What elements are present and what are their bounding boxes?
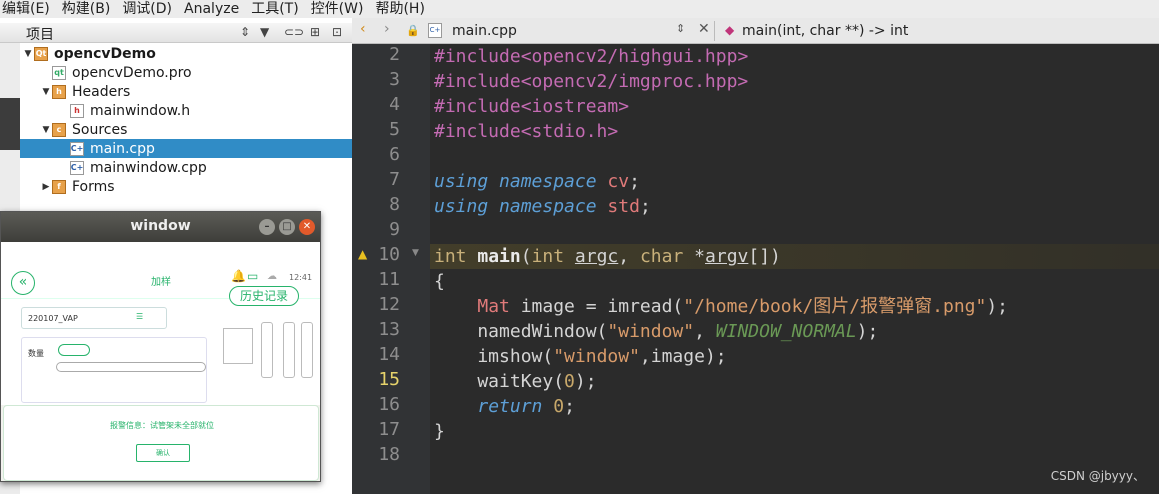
confirm-button: 确认 (136, 444, 190, 462)
line-number: 3 (389, 69, 400, 90)
cpp-file-icon: C+ (428, 23, 442, 38)
project-panel-title: 项目 (26, 27, 54, 43)
file-dropdown-icon[interactable]: ⇕ (676, 22, 685, 35)
alert-dialog: 报警信息：试管架未全部就位 确认 (3, 405, 319, 481)
window-titlebar[interactable]: window – □ ✕ (1, 212, 320, 242)
window-image: « 加样 🔔 ▭ ☁ 12:41 历史记录 220107_VAP ☰ 数量 报警… (1, 242, 320, 481)
tree-item-label: Sources (72, 121, 128, 138)
line-number: 17 (378, 419, 400, 440)
expand-arrow-icon[interactable]: ▼ (40, 125, 52, 135)
watermark: CSDN @jbyyy、 (1050, 469, 1145, 483)
cloud-icon: ☁ (267, 271, 277, 282)
symbol-icon: ◆ (725, 23, 735, 37)
pro-file-icon: qt (52, 65, 66, 80)
sort-icon[interactable]: ⇕ (240, 25, 250, 39)
filter-icon[interactable]: ▼ (260, 25, 269, 39)
quantity-label: 数量 (28, 349, 44, 358)
opencv-window: window – □ ✕ « 加样 🔔 ▭ ☁ 12:41 历史记录 22010… (0, 211, 321, 482)
tree-item-label: main.cpp (90, 140, 155, 157)
alert-dialog-backdrop: 报警信息：试管架未全部就位 确认 (1, 405, 320, 481)
bell-icon: 🔔 (231, 269, 246, 283)
folder-icon: f (52, 179, 66, 194)
menu-analyze[interactable]: Analyze (180, 0, 247, 18)
fold-arrow-icon[interactable]: ▼ (412, 248, 419, 258)
folder-icon: c (52, 122, 66, 137)
tree-item-label: opencvDemo.pro (72, 64, 192, 81)
editor-file-tab[interactable]: main.cpp (452, 23, 517, 39)
symbol-selector[interactable]: main(int, char **) -> int (742, 23, 908, 39)
tree-item-headers[interactable]: ▼ h Headers (40, 82, 352, 101)
close-panel-icon[interactable]: ⊡ (332, 25, 342, 39)
tree-item-label: Forms (72, 178, 115, 195)
line-number: 13 (378, 319, 400, 340)
sample-id: 220107_VAP (28, 314, 78, 323)
lock-icon: 🔒 (406, 24, 420, 37)
tree-item-label: mainwindow.h (90, 102, 191, 119)
cpp-file-icon: C+ (70, 160, 84, 175)
warning-icon[interactable]: ▲ (358, 248, 372, 260)
editor-tab-bar: ‹ › 🔒 C+ main.cpp ⇕ ✕ ◆ main(int, char *… (352, 18, 1159, 44)
line-number: 8 (389, 194, 400, 215)
tree-item-label: opencvDemo (54, 45, 156, 62)
menu-help[interactable]: 帮助(H) (371, 0, 432, 18)
tree-item-project[interactable]: ▼ Qt opencvDemo (22, 44, 352, 63)
line-number: 16 (378, 394, 400, 415)
line-number: 7 (389, 169, 400, 190)
menu-debug[interactable]: 调试(D) (118, 0, 180, 18)
split-icon[interactable]: ⊞ (310, 25, 320, 39)
barcode-icon: ☰ (136, 312, 144, 321)
menu-edit[interactable]: 编辑(E) (0, 0, 58, 18)
line-number-gutter: 2 3 4 5 6 7 8 9 10 11 12 13 14 15 16 17 18 (352, 44, 430, 494)
sample-box: 220107_VAP ☰ (21, 307, 167, 329)
folder-icon: h (52, 84, 66, 99)
line-number: 6 (389, 144, 400, 165)
back-arrow-icon[interactable]: ‹ (360, 21, 366, 37)
menu-bar: 编辑(E) 构建(B) 调试(D) Analyze 工具(T) 控件(W) 帮助… (0, 0, 1159, 18)
menu-widgets[interactable]: 控件(W) (307, 0, 372, 18)
tree-item-mainwindow-h[interactable]: h mainwindow.h (58, 101, 352, 120)
minimize-icon[interactable]: – (259, 219, 275, 235)
forward-arrow-icon[interactable]: › (384, 21, 390, 37)
line-number: 5 (389, 119, 400, 140)
alert-text: 报警信息：试管架未全部就位 (110, 421, 214, 430)
code-editor: ‹ › 🔒 C+ main.cpp ⇕ ✕ ◆ main(int, char *… (352, 18, 1159, 494)
line-number: 15 (378, 369, 400, 390)
screen-title: 加样 (151, 277, 171, 288)
close-file-icon[interactable]: ✕ (698, 21, 710, 37)
expand-arrow-icon[interactable]: ▼ (40, 87, 52, 97)
line-number: 9 (389, 219, 400, 240)
collapse-arrow-icon[interactable]: ▶ (40, 182, 52, 192)
tree-item-label: mainwindow.cpp (90, 159, 207, 176)
menu-build[interactable]: 构建(B) (58, 0, 119, 18)
tree-item-mainwindow-cpp[interactable]: C+ mainwindow.cpp (58, 158, 352, 177)
link-icon[interactable]: ⊂⊃ (284, 25, 304, 39)
maximize-icon[interactable]: □ (279, 219, 295, 235)
header-file-icon: h (70, 103, 84, 118)
project-icon: Qt (34, 46, 48, 61)
back-icon: « (11, 271, 35, 295)
tree-item-label: Headers (72, 83, 131, 100)
line-number: 11 (378, 269, 400, 290)
tree-item-pro[interactable]: qt opencvDemo.pro (40, 63, 352, 82)
monitor-icon: ▭ (247, 269, 259, 283)
menu-tools[interactable]: 工具(T) (247, 0, 306, 18)
line-number: 12 (378, 294, 400, 315)
cpp-file-icon: C+ (70, 141, 84, 156)
expand-arrow-icon[interactable]: ▼ (22, 49, 34, 59)
tree-item-forms[interactable]: ▶ f Forms (40, 177, 352, 196)
project-panel-header: 项目 ⇕ ▼ ⊂⊃ ⊞ ⊡ (0, 23, 352, 43)
line-number: 14 (378, 344, 400, 365)
close-icon[interactable]: ✕ (299, 219, 315, 235)
history-button: 历史记录 (229, 286, 299, 306)
tree-item-sources[interactable]: ▼ c Sources (40, 120, 352, 139)
quantity-box: 数量 (21, 337, 207, 403)
time-text: 12:41 (289, 273, 313, 282)
code-area[interactable]: #include<opencv2/highgui.hpp> #include<o… (430, 44, 1159, 494)
line-number: 4 (389, 94, 400, 115)
line-number: 18 (378, 444, 400, 465)
tree-item-main-cpp[interactable]: C+ main.cpp (20, 139, 352, 158)
line-number: 2 (389, 44, 400, 65)
